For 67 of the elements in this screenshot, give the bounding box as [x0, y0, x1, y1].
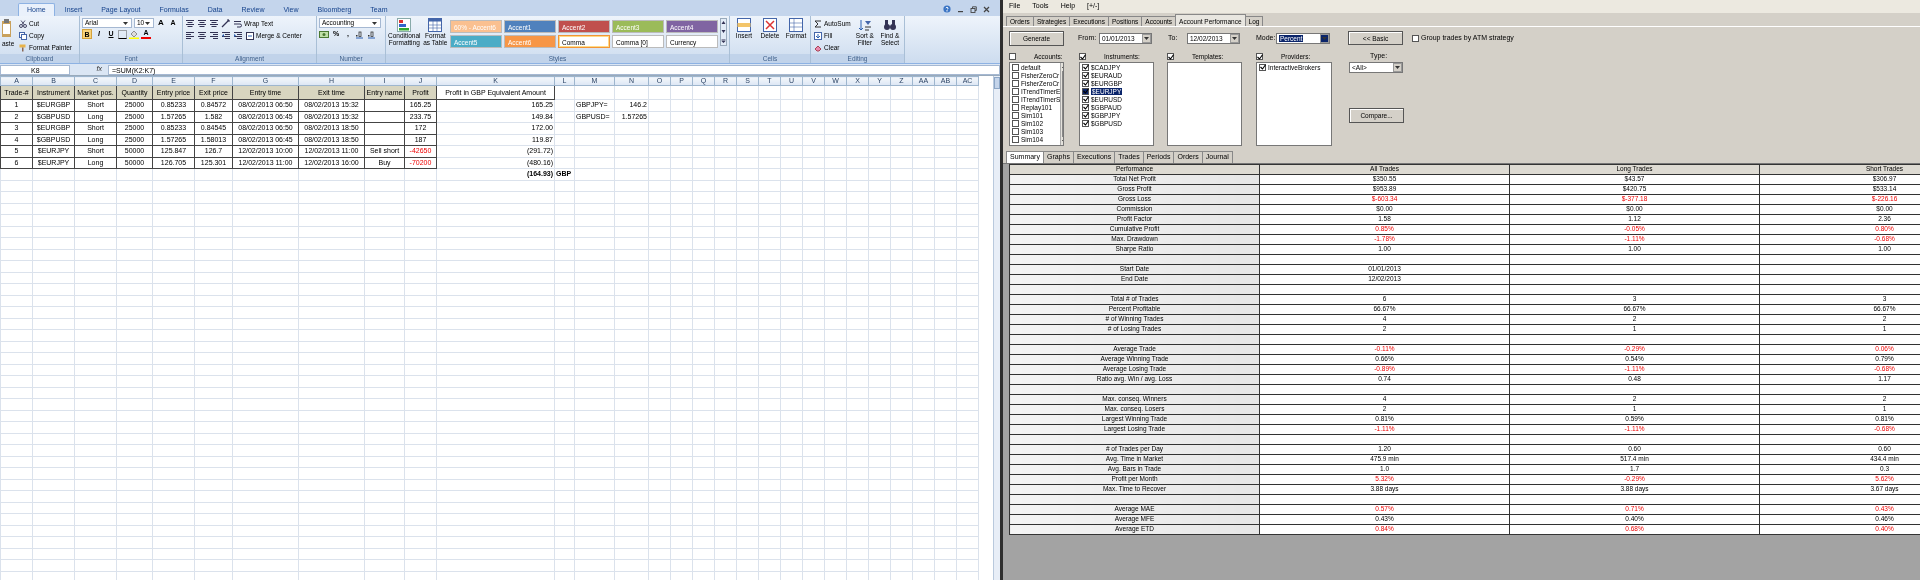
- copy-icon: [19, 31, 27, 40]
- align-right-icon: [209, 31, 219, 40]
- currency-icon: [319, 29, 329, 39]
- scissors-icon: [19, 19, 27, 28]
- conditional-format-icon: [397, 18, 412, 32]
- checkbox[interactable]: [1412, 34, 1419, 42]
- eraser-icon: [814, 43, 822, 52]
- caret-icon: [122, 19, 129, 27]
- increase-indent-icon: [233, 31, 243, 40]
- clipboard-icon: [2, 18, 12, 40]
- delete-cells-icon: [763, 18, 777, 32]
- brush-icon: [19, 43, 27, 52]
- checkbox[interactable]: [1082, 71, 1089, 79]
- caret-icon: [1321, 34, 1328, 42]
- orientation-icon: [221, 19, 231, 28]
- checkbox[interactable]: [1012, 71, 1019, 79]
- checkbox[interactable]: [1012, 87, 1019, 95]
- caret-icon: [1394, 64, 1401, 72]
- align-middle-icon: [197, 19, 207, 28]
- binoculars-icon: [882, 18, 897, 32]
- checkbox[interactable]: [1082, 79, 1089, 87]
- sort-icon: [857, 18, 872, 32]
- checkbox[interactable]: [1012, 135, 1019, 143]
- checkbox[interactable]: [1012, 95, 1019, 103]
- table-format-icon: [428, 18, 443, 32]
- decrease-indent-icon: [221, 31, 231, 40]
- checkbox[interactable]: [1082, 119, 1089, 127]
- align-center-icon: [197, 31, 207, 40]
- scrollbar[interactable]: [993, 76, 1000, 580]
- list-box[interactable]: [1167, 62, 1242, 147]
- checkbox[interactable]: [1012, 111, 1019, 119]
- checkbox[interactable]: [1167, 53, 1174, 61]
- checkbox[interactable]: [1256, 53, 1263, 61]
- insert-cells-icon: [737, 18, 751, 32]
- checkbox[interactable]: [1082, 87, 1089, 95]
- checkbox[interactable]: [1012, 79, 1019, 87]
- checkbox[interactable]: [1012, 119, 1019, 127]
- merge-icon: [246, 31, 254, 40]
- checkbox[interactable]: [1259, 63, 1266, 71]
- checkbox[interactable]: [1009, 53, 1016, 61]
- caret-icon: [1231, 34, 1238, 42]
- help-icon: [943, 5, 951, 13]
- caret-icon: [1143, 34, 1150, 42]
- gallery-scroll-icon: [720, 18, 727, 46]
- checkbox[interactable]: [1012, 63, 1019, 71]
- align-left-icon: [185, 31, 195, 40]
- format-cells-icon: [789, 18, 803, 32]
- caret-icon: [144, 19, 152, 27]
- checkbox[interactable]: [1082, 111, 1089, 119]
- checkbox[interactable]: [1082, 95, 1089, 103]
- align-top-icon: [185, 19, 195, 28]
- sigma-icon: [814, 19, 822, 28]
- borders-icon: [118, 29, 127, 39]
- checkbox[interactable]: [1082, 63, 1089, 71]
- align-bottom-icon: [209, 19, 219, 28]
- caret-icon: [371, 19, 378, 27]
- close-icon: [983, 5, 990, 13]
- fill-color-icon: [129, 29, 139, 39]
- checkbox[interactable]: [1012, 103, 1019, 111]
- checkbox[interactable]: [1079, 53, 1086, 61]
- grow-font-button[interactable]: A: [156, 18, 166, 28]
- check-icon: [1167, 53, 1174, 60]
- wrap-icon: [234, 19, 242, 28]
- fill-down-icon: [814, 31, 822, 40]
- checkbox[interactable]: [1082, 103, 1089, 111]
- restore-icon: [970, 5, 977, 13]
- checkbox[interactable]: [1012, 127, 1019, 135]
